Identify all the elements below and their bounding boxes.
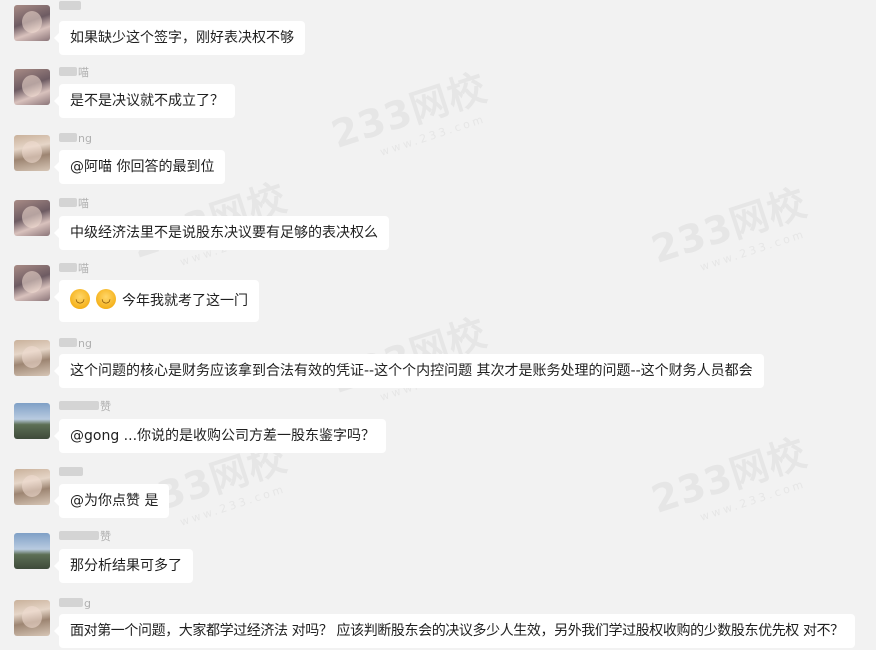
message-text: 那分析结果可多了 (70, 558, 182, 574)
sender-name: g (59, 597, 119, 610)
laugh-cry-emoji: ◡ (70, 289, 90, 309)
watermark-sub: www.233.com (178, 482, 288, 529)
sender-name: 喵 (59, 262, 119, 275)
watermark-text: 233网校 (646, 430, 813, 522)
message-text: 是不是决议就不成立了？ (70, 93, 224, 109)
sender-name: 喵 (59, 66, 119, 79)
avatar[interactable] (14, 200, 50, 236)
sender-name: ng (59, 132, 119, 145)
avatar[interactable] (14, 533, 50, 569)
avatar[interactable] (14, 403, 50, 439)
message-bubble[interactable]: 那分析结果可多了 (54, 549, 193, 583)
sender-name: 赞 (59, 530, 119, 543)
message-text: @阿喵 你回答的最到位 (70, 159, 215, 175)
avatar[interactable] (14, 5, 50, 41)
avatar[interactable] (14, 135, 50, 171)
message-bubble[interactable]: 中级经济法里不是说股东决议要有足够的表决权么 (54, 216, 389, 250)
message-bubble[interactable]: 是不是决议就不成立了？ (54, 84, 235, 118)
message-bubble[interactable]: @阿喵 你回答的最到位 (53, 150, 226, 184)
avatar[interactable] (14, 600, 50, 636)
sender-name: 赞 (59, 400, 119, 413)
message-text: 如果缺少这个签字，刚好表决权不够 (70, 30, 294, 46)
avatar[interactable] (14, 469, 50, 505)
sender-name: 喵 (59, 197, 119, 210)
message-bubble[interactable]: @gong ...你说的是收购公司方差一股东鉴字吗？ (53, 419, 387, 453)
message-text: 中级经济法里不是说股东决议要有足够的表决权么 (70, 225, 378, 241)
message-bubble[interactable]: 这个问题的核心是财务应该拿到合法有效的凭证--这个个内控问题 其次才是账务处理的… (54, 354, 764, 388)
message-bubble[interactable]: ◡ ◡ 今年我就考了这一门 (54, 280, 259, 322)
sender-name (59, 466, 119, 478)
message-text: 面对第一个问题，大家都学过经济法 对吗？ 应该判断股东会的决议多少人生效，另外我… (70, 623, 844, 639)
watermark: 233网校www.233.com (643, 172, 816, 286)
watermark-sub: www.233.com (698, 227, 808, 274)
watermark-sub: www.233.com (698, 477, 808, 524)
avatar[interactable] (14, 340, 50, 376)
message-text: 这个问题的核心是财务应该拿到合法有效的凭证--这个个内控问题 其次才是账务处理的… (70, 363, 753, 379)
watermark: 233网校www.233.com (323, 57, 496, 171)
message-text: 今年我就考了这一门 (122, 293, 248, 309)
message-bubble[interactable]: @为你点赞 是 (53, 484, 170, 518)
watermark-sub: www.233.com (378, 112, 488, 159)
message-bubble[interactable]: 如果缺少这个签字，刚好表决权不够 (54, 21, 305, 55)
avatar[interactable] (14, 69, 50, 105)
message-text: @为你点赞 是 (70, 493, 159, 509)
watermark-text: 233网校 (646, 180, 813, 272)
avatar[interactable] (14, 265, 50, 301)
watermark: 233网校www.233.com (643, 422, 816, 536)
laugh-cry-emoji: ◡ (96, 289, 116, 309)
sender-name: ng (59, 337, 119, 350)
message-bubble[interactable]: 面对第一个问题，大家都学过经济法 对吗？ 应该判断股东会的决议多少人生效，另外我… (54, 614, 855, 648)
sender-name (59, 0, 119, 12)
message-text: @gong ...你说的是收购公司方差一股东鉴字吗？ (70, 428, 376, 444)
watermark-text: 233网校 (326, 65, 493, 157)
